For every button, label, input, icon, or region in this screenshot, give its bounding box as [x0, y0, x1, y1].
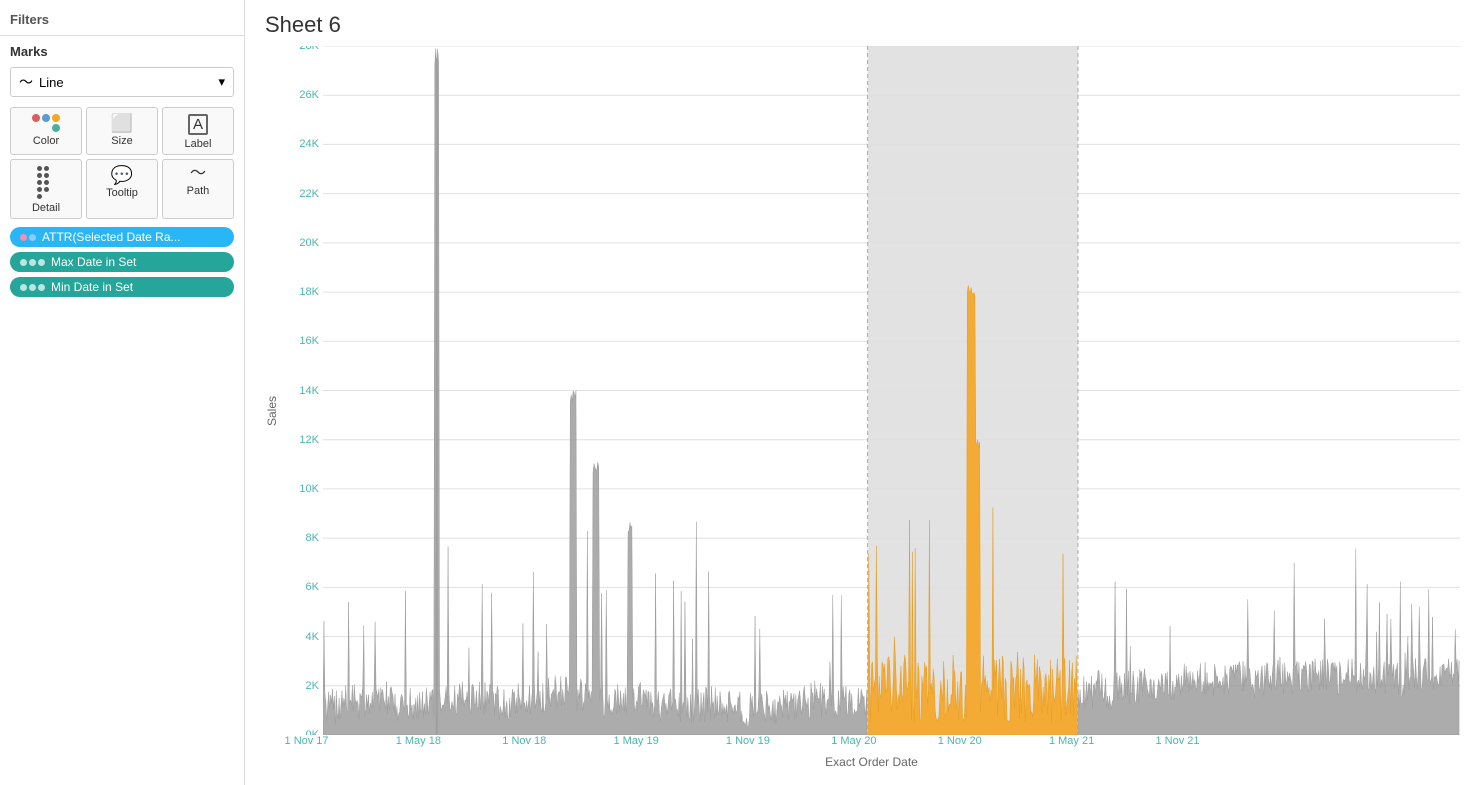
- x-axis-area: 1 Nov 17 1 May 18 1 Nov 18 1 May 19 1 Nov 19…: [283, 735, 1460, 775]
- x-axis-label: Exact Order Date: [825, 755, 918, 769]
- chart-plot[interactable]: 0K2K4K6K8K10K12K14K16K18K20K22K24K26K28K: [283, 46, 1460, 735]
- detail-label: Detail: [32, 202, 60, 214]
- y-tick-12K: 12K: [299, 434, 319, 446]
- attr-selected-date-pill[interactable]: ATTR(Selected Date Ra...: [10, 227, 234, 247]
- gray-area: [323, 48, 867, 735]
- min-date-pill[interactable]: Min Date in Set: [10, 277, 234, 297]
- y-tick-6K: 6K: [306, 581, 319, 593]
- path-icon: 〜: [190, 166, 206, 182]
- marks-label-button[interactable]: A Label: [162, 107, 234, 155]
- marks-color-button[interactable]: Color: [10, 107, 82, 155]
- x-tick: 1 May 18: [396, 735, 441, 747]
- filters-label: Filters: [10, 12, 49, 27]
- label-icon: A: [188, 114, 208, 135]
- marks-path-button[interactable]: 〜 Path: [162, 159, 234, 219]
- x-tick: 1 May 20: [831, 735, 876, 747]
- detail-icon: [37, 166, 55, 199]
- x-tick: 1 May 21: [1049, 735, 1094, 747]
- y-tick-14K: 14K: [299, 385, 319, 397]
- marks-type-dropdown[interactable]: 〜 Line ▾: [10, 67, 234, 97]
- marks-label: Marks: [10, 44, 234, 59]
- y-tick-2K: 2K: [306, 680, 319, 692]
- filters-section: Filters: [0, 8, 244, 36]
- y-tick-8K: 8K: [306, 532, 319, 544]
- attr-selected-date-label: ATTR(Selected Date Ra...: [42, 230, 181, 244]
- color-label: Color: [33, 135, 59, 147]
- y-tick-24K: 24K: [299, 138, 319, 150]
- x-tick: 1 Nov 18: [502, 735, 546, 747]
- max-date-dots-icon: [20, 259, 45, 266]
- x-ticks: 1 Nov 17 1 May 18 1 Nov 18 1 May 19 1 Nov 19…: [283, 735, 1460, 755]
- pill-dots-icon: [20, 234, 36, 241]
- x-tick: 1 Nov 20: [938, 735, 982, 747]
- y-tick-16K: 16K: [299, 335, 319, 347]
- path-label: Path: [187, 185, 210, 197]
- gray-area: [1078, 549, 1459, 735]
- x-tick: 1 May 19: [613, 735, 658, 747]
- sidebar: Filters Marks 〜 Line ▾ Color ⬜ Size: [0, 0, 245, 785]
- max-date-pill[interactable]: Max Date in Set: [10, 252, 234, 272]
- chevron-down-icon: ▾: [218, 74, 225, 90]
- marks-type-label: Line: [39, 75, 64, 90]
- sheet-title: Sheet 6: [265, 12, 1460, 38]
- line-icon: 〜: [19, 72, 33, 92]
- y-tick-20K: 20K: [299, 237, 319, 249]
- y-tick-10K: 10K: [299, 483, 319, 495]
- marks-tooltip-button[interactable]: 💬 Tooltip: [86, 159, 158, 219]
- min-date-dots-icon: [20, 284, 45, 291]
- y-tick-26K: 26K: [299, 89, 319, 101]
- main-content: Sheet 6 Sales 0K2K4K6K8K10K12K14K16K18K2…: [245, 0, 1480, 785]
- chart-svg[interactable]: [323, 46, 1460, 735]
- marks-size-button[interactable]: ⬜ Size: [86, 107, 158, 155]
- size-label: Size: [111, 135, 132, 147]
- chart-inner: 0K2K4K6K8K10K12K14K16K18K20K22K24K26K28K…: [283, 46, 1460, 775]
- x-tick: 1 Nov 21: [1156, 735, 1200, 747]
- y-axis-label: Sales: [265, 46, 279, 775]
- color-icon: [32, 114, 60, 132]
- x-tick: 1 Nov 19: [726, 735, 770, 747]
- size-icon: ⬜: [111, 114, 133, 132]
- tooltip-label: Tooltip: [106, 187, 138, 199]
- chart-area: Sales 0K2K4K6K8K10K12K14K16K18K20K22K24K…: [265, 46, 1460, 775]
- y-tick-22K: 22K: [299, 188, 319, 200]
- y-tick-4K: 4K: [306, 631, 319, 643]
- y-tick-28K: 28K: [299, 46, 319, 52]
- y-tick-18K: 18K: [299, 286, 319, 298]
- x-tick: 1 Nov 17: [285, 735, 329, 747]
- tooltip-icon: 💬: [111, 166, 133, 184]
- marks-section: Marks 〜 Line ▾ Color ⬜ Size: [0, 36, 244, 310]
- marks-buttons-grid: Color ⬜ Size A Label Detail: [10, 107, 234, 219]
- min-date-label: Min Date in Set: [51, 280, 133, 294]
- max-date-label: Max Date in Set: [51, 255, 136, 269]
- label-label: Label: [185, 138, 212, 150]
- marks-detail-button[interactable]: Detail: [10, 159, 82, 219]
